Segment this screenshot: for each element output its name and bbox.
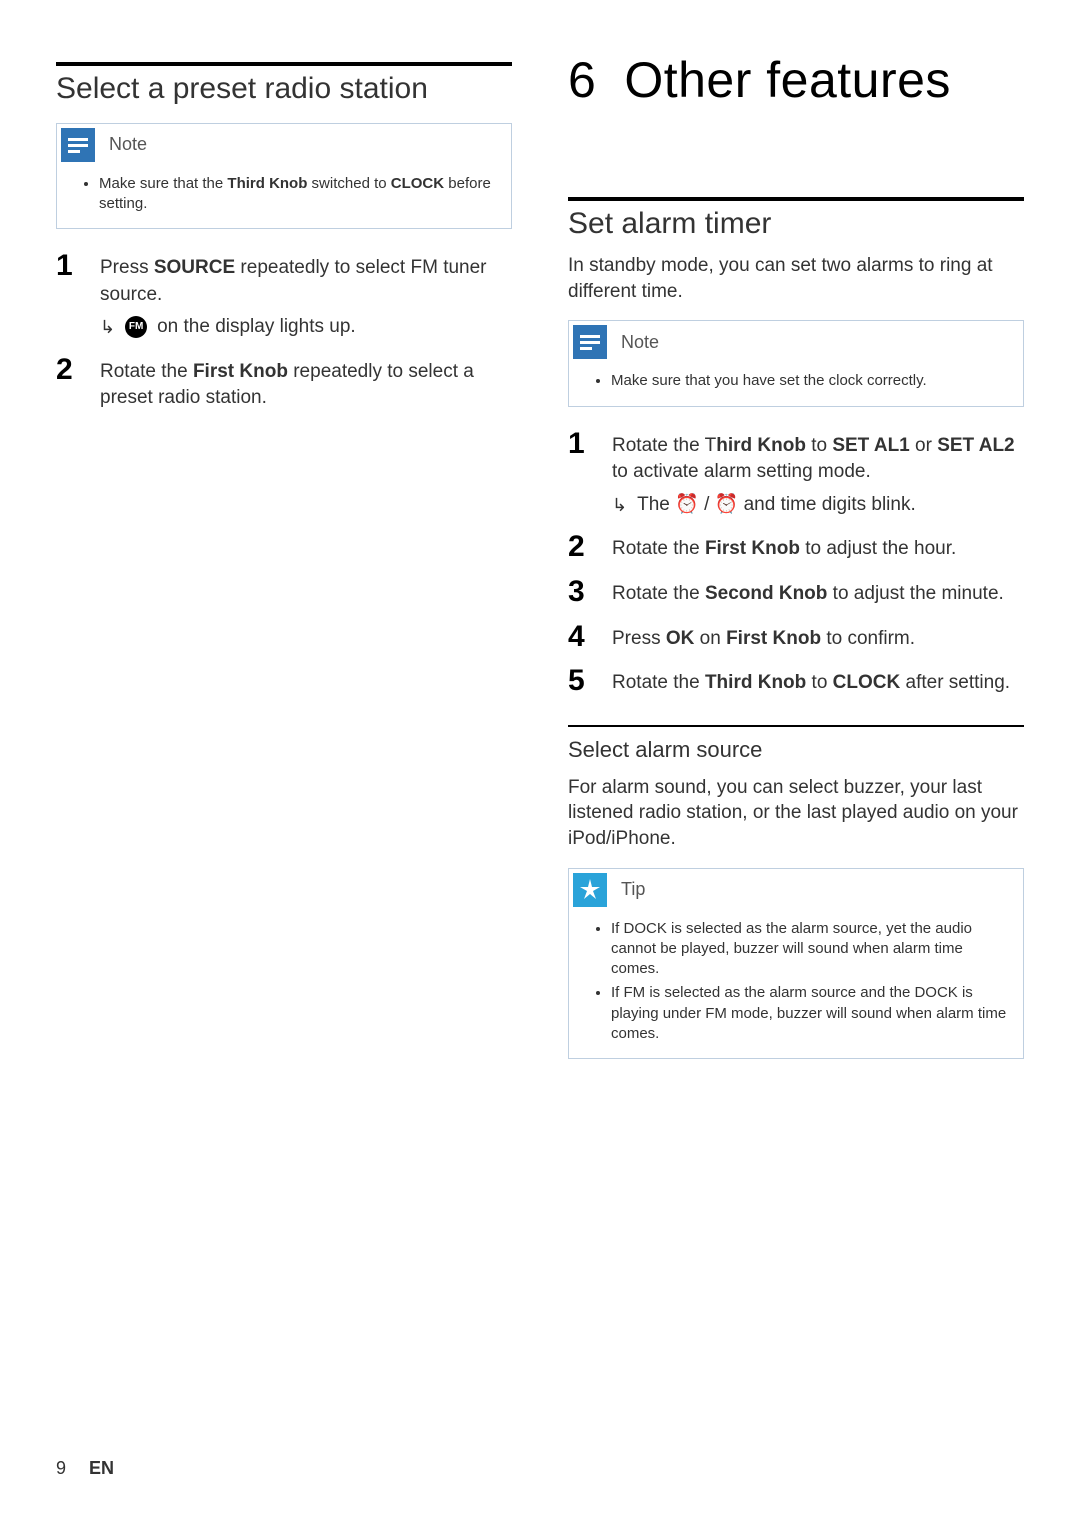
alarm1-icon: ⏰ — [675, 494, 699, 515]
result-arrow-icon: ↳ — [612, 496, 627, 514]
tip-item: If DOCK is selected as the alarm source,… — [611, 919, 1009, 980]
step-number: 1 — [56, 251, 78, 341]
step-number: 4 — [568, 622, 590, 653]
note-icon — [61, 128, 95, 162]
step-number: 5 — [568, 666, 590, 697]
section-title: Select a preset radio station — [56, 72, 512, 107]
note-box: Note Make sure that the Third Knob switc… — [56, 123, 512, 230]
chapter-heading: 6 Other features — [568, 54, 1024, 107]
tip-box: Tip If DOCK is selected as the alarm sou… — [568, 868, 1024, 1060]
step: 2 Rotate the First Knob repeatedly to se… — [56, 355, 512, 412]
note-label: Note — [109, 134, 147, 155]
step-text: Press OK on First Knob to confirm. — [612, 622, 1024, 653]
step-text: Rotate the First Knob to adjust the hour… — [612, 532, 1024, 563]
note-item: Make sure that you have set the clock co… — [611, 371, 1009, 391]
tip-label: Tip — [621, 879, 645, 900]
tip-icon — [573, 873, 607, 907]
step-number: 3 — [568, 577, 590, 608]
page-number: 9 — [56, 1458, 66, 1478]
step-number: 1 — [568, 429, 590, 519]
section-title: Set alarm timer — [568, 207, 1024, 242]
step: 2 Rotate the First Knob to adjust the ho… — [568, 532, 1024, 563]
step: 4 Press OK on First Knob to confirm. — [568, 622, 1024, 653]
page-footer: 9 EN — [56, 1458, 114, 1479]
language-code: EN — [89, 1458, 114, 1478]
step-result: ↳ The ⏰ / ⏰ and time digits blink. — [612, 492, 1024, 519]
step: 1 Rotate the Third Knob to SET AL1 or SE… — [568, 429, 1024, 519]
subsection-title: Select alarm source — [568, 737, 1024, 763]
steps-list: 1 Rotate the Third Knob to SET AL1 or SE… — [568, 429, 1024, 697]
note-label: Note — [621, 332, 659, 353]
chapter-title: Other features — [624, 54, 951, 107]
steps-list: 1 Press SOURCE repeatedly to select FM t… — [56, 251, 512, 412]
step-text: Rotate the Third Knob to SET AL1 or SET … — [612, 429, 1024, 519]
step: 3 Rotate the Second Knob to adjust the m… — [568, 577, 1024, 608]
note-item: Make sure that the Third Knob switched t… — [99, 174, 497, 215]
step-number: 2 — [568, 532, 590, 563]
step-text: Rotate the First Knob repeatedly to sele… — [100, 355, 512, 412]
left-column: Select a preset radio station Note Make … — [56, 62, 512, 1059]
tip-item: If FM is selected as the alarm source an… — [611, 983, 1009, 1044]
step: 1 Press SOURCE repeatedly to select FM t… — [56, 251, 512, 341]
section-intro: In standby mode, you can set two alarms … — [568, 253, 1024, 304]
chapter-number: 6 — [568, 54, 596, 107]
step-text: Rotate the Third Knob to CLOCK after set… — [612, 666, 1024, 697]
alarm2-icon: ⏰ — [715, 494, 739, 515]
step-text: Press SOURCE repeatedly to select FM tun… — [100, 251, 512, 341]
note-box: Note Make sure that you have set the clo… — [568, 320, 1024, 406]
right-column: 6 Other features Set alarm timer In stan… — [568, 62, 1024, 1059]
step: 5 Rotate the Third Knob to CLOCK after s… — [568, 666, 1024, 697]
step-result: ↳ FM on the display lights up. — [100, 314, 512, 341]
note-icon — [573, 325, 607, 359]
result-arrow-icon: ↳ — [100, 318, 115, 336]
fm-icon: FM — [125, 316, 147, 338]
subsection-intro: For alarm sound, you can select buzzer, … — [568, 775, 1024, 852]
manual-page: Select a preset radio station Note Make … — [0, 0, 1080, 1527]
step-text: Rotate the Second Knob to adjust the min… — [612, 577, 1024, 608]
step-number: 2 — [56, 355, 78, 412]
